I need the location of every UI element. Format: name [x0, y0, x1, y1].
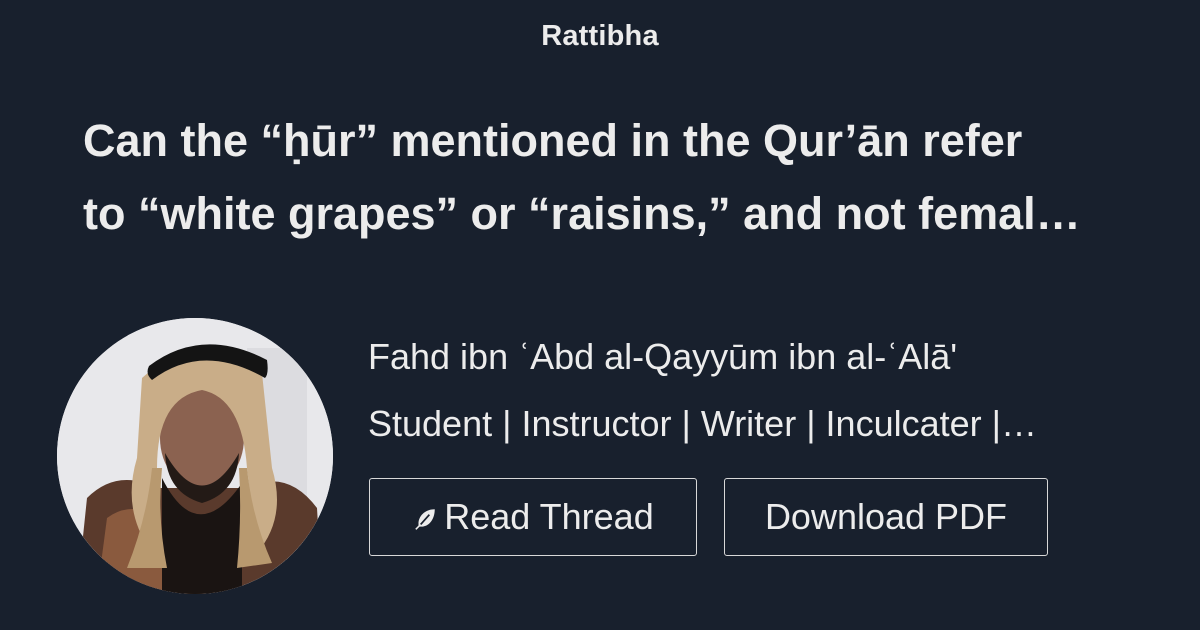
- download-pdf-button[interactable]: Download PDF: [724, 478, 1048, 556]
- author-name[interactable]: Fahd ibn ʿAbd al-Qayyūm ibn al-ʿAlā': [368, 336, 957, 378]
- read-thread-button[interactable]: Read Thread: [369, 478, 697, 556]
- thread-title-line-1: Can the “ḥūr” mentioned in the Qur’ān re…: [83, 115, 1023, 166]
- download-pdf-label: Download PDF: [764, 496, 1008, 537]
- thread-title: Can the “ḥūr” mentioned in the Qur’ān re…: [83, 104, 1163, 250]
- read-thread-label: Read Thread: [444, 496, 654, 537]
- author-avatar: [57, 318, 333, 594]
- author-bio: Student | Instructor | Writer | Inculcat…: [368, 403, 1037, 444]
- site-brand[interactable]: Rattibha: [0, 20, 1200, 53]
- author-avatar-image: [57, 318, 333, 594]
- feather-icon: [415, 509, 435, 530]
- thread-title-line-2: to “white grapes” or “raisins,” and not …: [83, 188, 1081, 239]
